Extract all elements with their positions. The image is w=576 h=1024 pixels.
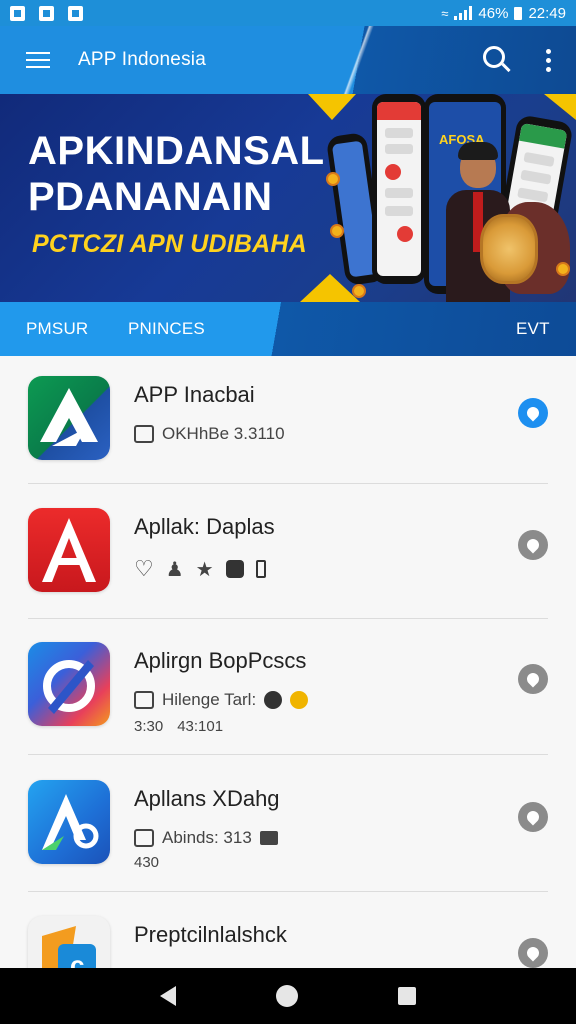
app-logo-icon: c bbox=[42, 926, 96, 968]
divider bbox=[28, 618, 548, 619]
signal-icon bbox=[454, 6, 473, 20]
banner-phone-image bbox=[372, 94, 426, 284]
more-options-icon[interactable] bbox=[536, 40, 560, 80]
list-item[interactable]: Aplirgn BopPcscs Hilenge Tarl: 3:30 43:1… bbox=[0, 622, 576, 756]
emoji-icon bbox=[264, 691, 283, 709]
app-meta-value: 43:101 bbox=[177, 718, 224, 735]
wifi-icon: ≈ bbox=[441, 5, 449, 21]
app-meta-value: 3:30 bbox=[134, 718, 164, 735]
tab-right[interactable]: EVT bbox=[516, 319, 550, 339]
divider bbox=[28, 483, 548, 484]
heart-icon bbox=[524, 404, 542, 422]
app-meta-text: Abinds: 313 bbox=[162, 828, 252, 847]
coin-decoration bbox=[352, 284, 366, 298]
heart-outline-icon: ♡ bbox=[134, 556, 154, 581]
book-icon bbox=[134, 425, 154, 443]
banner-title: APKINDANSAL PDANANAIN bbox=[28, 128, 325, 220]
list-item[interactable]: c Preptcilnlalshck bbox=[0, 896, 576, 968]
app-name: Aplirgn BopPcscs bbox=[134, 648, 307, 673]
mail-icon bbox=[259, 831, 278, 845]
clock: 22:49 bbox=[528, 4, 566, 22]
svg-text:c: c bbox=[70, 950, 84, 968]
play-icon bbox=[225, 560, 244, 578]
star-icon: ★ bbox=[195, 558, 214, 581]
favorite-button[interactable] bbox=[518, 938, 548, 968]
recent-apps-icon[interactable] bbox=[398, 987, 416, 1005]
app-icon bbox=[28, 376, 110, 460]
app-logo-icon bbox=[42, 518, 96, 582]
tab-strip: PMSUR PNINCES EVT bbox=[0, 302, 576, 356]
heart-icon bbox=[524, 670, 542, 688]
app-logo-icon bbox=[40, 388, 98, 446]
app-meta: Hilenge Tarl: bbox=[134, 690, 309, 710]
banner-title-line2: PDANANAIN bbox=[28, 175, 273, 219]
app-meta: OKHhBe 3.3110 bbox=[134, 424, 285, 444]
banner-title-line1: APKINDANSAL bbox=[28, 129, 325, 173]
home-icon[interactable] bbox=[276, 985, 298, 1007]
heart-icon bbox=[524, 536, 542, 554]
app-meta-icons: ♡ ♟ ★ bbox=[134, 556, 266, 582]
notification-icons bbox=[10, 5, 83, 21]
app-icon bbox=[28, 508, 110, 592]
user-icon: ♟ bbox=[165, 558, 184, 581]
calendar-icon bbox=[134, 691, 154, 709]
coin-decoration bbox=[326, 172, 340, 186]
back-icon[interactable] bbox=[160, 986, 176, 1006]
favorite-button[interactable] bbox=[518, 398, 548, 428]
app-logo-icon bbox=[42, 794, 99, 850]
list-item[interactable]: Apllak: Daplas ♡ ♟ ★ bbox=[0, 488, 576, 622]
app-name: APP Inacbai bbox=[134, 382, 255, 407]
app-meta: Abinds: 313 bbox=[134, 828, 278, 848]
app-name: Apllans XDahg bbox=[134, 786, 280, 811]
status-right: ≈ 46% 22:49 bbox=[441, 5, 566, 22]
app-icon bbox=[28, 642, 110, 726]
coin-decoration bbox=[330, 224, 344, 238]
app-meta-secondary: 430 bbox=[134, 854, 159, 871]
screen: ≈ 46% 22:49 APP Indonesia APKINDANSAL PD… bbox=[0, 0, 576, 1024]
image-notification-icon bbox=[10, 5, 25, 21]
banner-mascot-image bbox=[470, 198, 574, 298]
status-bar: ≈ 46% 22:49 bbox=[0, 0, 576, 26]
banner-decoration bbox=[308, 94, 356, 120]
app-meta-text: Hilenge Tarl: bbox=[162, 690, 257, 709]
tab-left[interactable]: PMSUR bbox=[26, 319, 88, 339]
card-icon bbox=[134, 829, 154, 847]
favorite-button[interactable] bbox=[518, 530, 548, 560]
coin-decoration bbox=[556, 262, 570, 276]
tab-middle[interactable]: PNINCES bbox=[128, 319, 205, 339]
app-icon bbox=[28, 780, 110, 864]
download-notification-icon bbox=[68, 5, 83, 21]
search-icon[interactable] bbox=[476, 40, 516, 80]
app-icon: c bbox=[28, 916, 110, 968]
phone-icon bbox=[255, 560, 266, 578]
coin-icon bbox=[290, 691, 309, 709]
heart-icon bbox=[524, 944, 542, 962]
app-name: Apllak: Daplas bbox=[134, 514, 275, 539]
favorite-button[interactable] bbox=[518, 802, 548, 832]
banner-subtitle: PCTCZI APN UDIBAHA bbox=[32, 230, 307, 258]
promo-banner[interactable]: APKINDANSAL PDANANAIN PCTCZI APN UDIBAHA… bbox=[0, 94, 576, 302]
banner-decoration bbox=[544, 94, 576, 120]
app-meta-secondary: 3:30 43:101 bbox=[134, 718, 223, 735]
divider bbox=[28, 891, 548, 892]
app-logo-icon bbox=[43, 660, 95, 714]
app-name: Preptcilnlalshck bbox=[134, 922, 287, 947]
app-meta-text: OKHhBe 3.3110 bbox=[162, 424, 285, 443]
heart-icon bbox=[524, 808, 542, 826]
app-meta-value: 430 bbox=[134, 854, 160, 871]
app-bar-actions bbox=[476, 40, 560, 80]
battery-text: 46% bbox=[478, 4, 509, 22]
app-bar: APP Indonesia bbox=[0, 26, 576, 94]
app-list: APP Inacbai OKHhBe 3.3110 Apllak: Daplas… bbox=[0, 356, 576, 968]
divider bbox=[28, 754, 548, 755]
battery-icon bbox=[514, 6, 523, 20]
app-notification-icon bbox=[39, 5, 54, 21]
favorite-button[interactable] bbox=[518, 664, 548, 694]
list-item[interactable]: Apllans XDahg Abinds: 313 430 bbox=[0, 760, 576, 894]
list-item[interactable]: APP Inacbai OKHhBe 3.3110 bbox=[0, 356, 576, 490]
system-navigation-bar bbox=[0, 968, 576, 1024]
hamburger-menu-icon[interactable] bbox=[16, 38, 60, 82]
app-title: APP Indonesia bbox=[78, 49, 206, 70]
